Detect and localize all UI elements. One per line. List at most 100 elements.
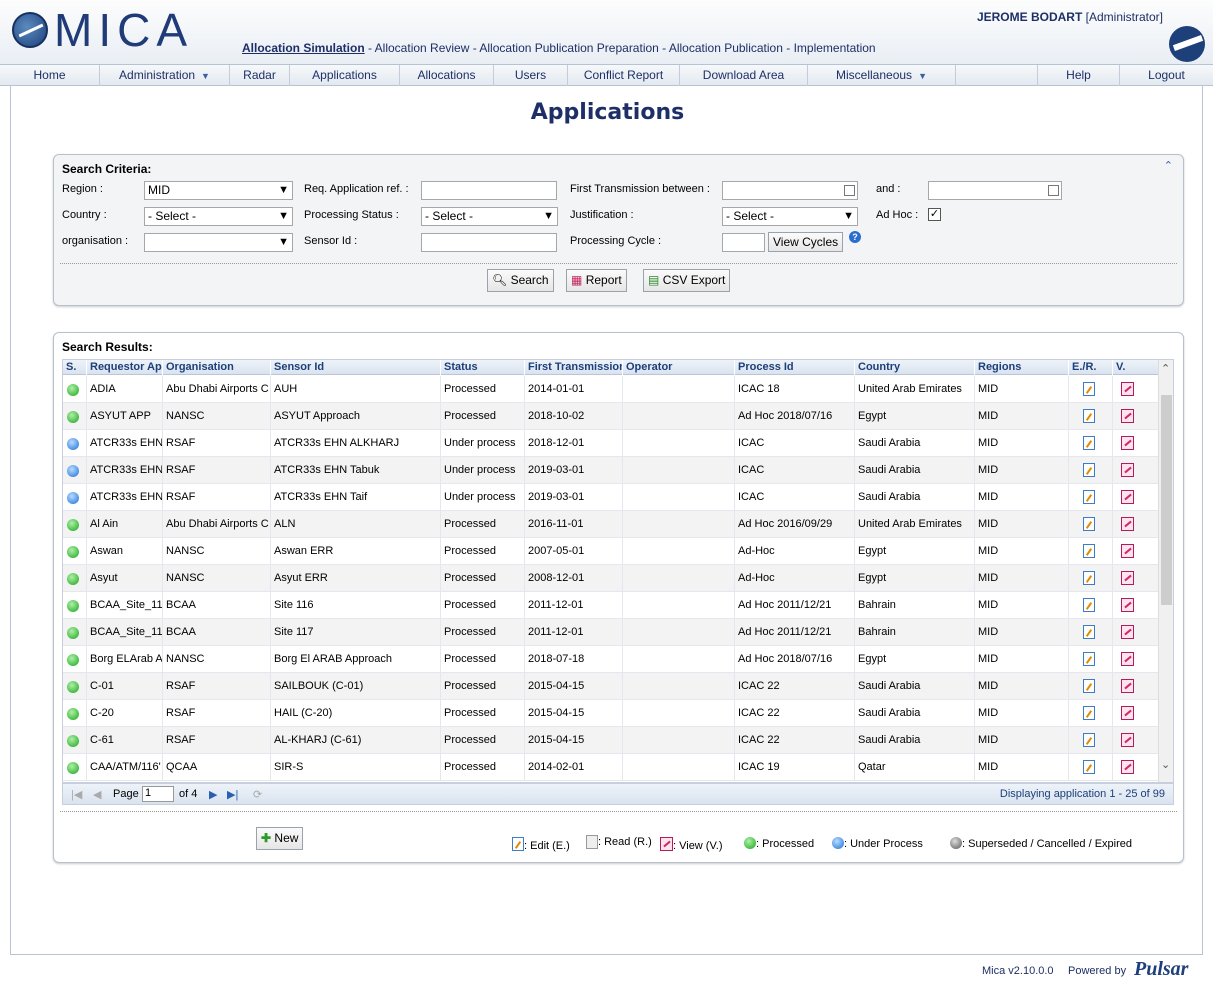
- edit-icon[interactable]: [1083, 382, 1095, 396]
- nav-miscellaneous[interactable]: Miscellaneous ▼: [808, 65, 956, 86]
- edit-icon[interactable]: [1083, 652, 1095, 666]
- table-row[interactable]: Asyut NANSC Asyut ERR Processed 2008-12-01 Ad…: [63, 565, 1159, 592]
- col-header-requestor[interactable]: Requestor Ap: [87, 360, 163, 375]
- nav-applications[interactable]: Applications: [290, 65, 400, 86]
- table-row[interactable]: BCAA_Site_11 BCAA Site 117 Processed 2011-12…: [63, 619, 1159, 646]
- nav-download-area[interactable]: Download Area: [680, 65, 808, 86]
- nav-allocations[interactable]: Allocations: [400, 65, 494, 86]
- scroll-down-icon[interactable]: ⌄: [1161, 758, 1170, 771]
- justification-select[interactable]: - Select - ▼: [722, 207, 858, 226]
- col-header-operator[interactable]: Operator: [623, 360, 735, 375]
- mica-logo[interactable]: MICA: [12, 7, 193, 53]
- edit-icon[interactable]: [1083, 679, 1095, 693]
- edit-icon[interactable]: [1083, 625, 1095, 639]
- edit-icon[interactable]: [1083, 517, 1095, 531]
- col-header-first-transmission[interactable]: First Transmission: [525, 360, 623, 375]
- grid-scrollbar[interactable]: ⌃ ⌄: [1158, 360, 1173, 782]
- view-icon[interactable]: [1121, 382, 1134, 396]
- edit-icon[interactable]: [1083, 436, 1095, 450]
- collapse-icon[interactable]: ⌃: [1164, 159, 1173, 172]
- nav-radar[interactable]: Radar: [230, 65, 290, 86]
- col-header-process-id[interactable]: Process Id: [735, 360, 855, 375]
- col-header-view[interactable]: V.: [1113, 360, 1159, 375]
- req-ref-input[interactable]: [421, 181, 557, 200]
- view-icon[interactable]: [1121, 517, 1134, 531]
- edit-icon[interactable]: [1083, 760, 1095, 774]
- edit-icon[interactable]: [1083, 598, 1095, 612]
- view-icon[interactable]: [1121, 598, 1134, 612]
- nav-users[interactable]: Users: [494, 65, 568, 86]
- nav-administration[interactable]: Administration ▼: [100, 65, 230, 86]
- view-icon[interactable]: [1121, 733, 1134, 747]
- col-header-country[interactable]: Country: [855, 360, 975, 375]
- nav-help[interactable]: Help: [1038, 65, 1120, 86]
- col-header-sensor-id[interactable]: Sensor Id: [271, 360, 441, 375]
- view-cycles-button[interactable]: View Cycles: [768, 232, 844, 252]
- view-icon[interactable]: [1121, 436, 1134, 450]
- table-row[interactable]: ADIA Abu Dhabi Airports C AUH Processed 2014…: [63, 376, 1159, 403]
- table-row[interactable]: ATCR33s EHN RSAF ATCR33s EHN Tabuk Under pr…: [63, 457, 1159, 484]
- col-header-edit-read[interactable]: E./R.: [1069, 360, 1113, 375]
- refresh-icon[interactable]: ⟳: [253, 788, 262, 801]
- next-page-icon[interactable]: ▶: [209, 788, 217, 801]
- step-allocation-simulation[interactable]: Allocation Simulation: [242, 41, 365, 55]
- col-header-organisation[interactable]: Organisation: [163, 360, 271, 375]
- prev-page-icon[interactable]: ◀: [93, 788, 101, 801]
- help-icon[interactable]: ?: [849, 231, 861, 243]
- view-icon[interactable]: [1121, 544, 1134, 558]
- edit-icon[interactable]: [1083, 544, 1095, 558]
- view-icon[interactable]: [1121, 571, 1134, 585]
- table-row[interactable]: BCAA_Site_11 BCAA Site 116 Processed 2011-12…: [63, 592, 1159, 619]
- nav-conflict-report[interactable]: Conflict Report: [568, 65, 680, 86]
- table-row[interactable]: C-01 RSAF SAILBOUK (C-01) Processed 2015-04-…: [63, 673, 1159, 700]
- report-button[interactable]: ▦ Report: [566, 269, 627, 292]
- calendar-icon[interactable]: [1048, 185, 1059, 196]
- view-icon[interactable]: [1121, 652, 1134, 666]
- country-select[interactable]: - Select - ▼: [144, 207, 293, 226]
- last-page-icon[interactable]: ▶|: [227, 788, 238, 801]
- view-icon[interactable]: [1121, 490, 1134, 504]
- nav-home[interactable]: Home: [0, 65, 100, 86]
- first-page-icon[interactable]: |◀: [71, 788, 82, 801]
- table-row[interactable]: CAA/ATM/116' QCAA SIR-S Processed 2014-02-01…: [63, 754, 1159, 781]
- organisation-select[interactable]: ▼: [144, 233, 293, 252]
- table-row[interactable]: ASYUT APP NANSC ASYUT Approach Processed 201…: [63, 403, 1159, 430]
- table-row[interactable]: ATCR33s EHN RSAF ATCR33s EHN ALKHARJ Under …: [63, 430, 1159, 457]
- nav-logout[interactable]: Logout: [1120, 65, 1213, 86]
- col-header-status[interactable]: S.: [63, 360, 87, 375]
- table-row[interactable]: C-61 RSAF AL-KHARJ (C-61) Processed 2015-04-…: [63, 727, 1159, 754]
- csv-export-button[interactable]: ▤ CSV Export: [643, 269, 731, 292]
- edit-icon[interactable]: [1083, 463, 1095, 477]
- edit-icon[interactable]: [1083, 409, 1095, 423]
- edit-icon[interactable]: [1083, 571, 1095, 585]
- view-icon[interactable]: [1121, 463, 1134, 477]
- processing-cycle-input[interactable]: [722, 233, 765, 252]
- edit-icon[interactable]: [1083, 490, 1095, 504]
- sensor-id-input[interactable]: [421, 233, 557, 252]
- table-row[interactable]: C-20 RSAF HAIL (C-20) Processed 2015-04-15 IC…: [63, 700, 1159, 727]
- view-icon[interactable]: [1121, 760, 1134, 774]
- table-row[interactable]: ATCR33s EHN RSAF ATCR33s EHN Taif Under pro…: [63, 484, 1159, 511]
- processing-status-select[interactable]: - Select - ▼: [421, 207, 558, 226]
- view-icon[interactable]: [1121, 679, 1134, 693]
- view-icon[interactable]: [1121, 706, 1134, 720]
- new-button[interactable]: ✚ New: [256, 827, 304, 850]
- table-row[interactable]: Aswan NANSC Aswan ERR Processed 2007-05-01 Ad…: [63, 538, 1159, 565]
- view-icon[interactable]: [1121, 409, 1134, 423]
- scroll-thumb[interactable]: [1161, 395, 1172, 605]
- edit-icon[interactable]: [1083, 733, 1095, 747]
- calendar-icon[interactable]: [844, 185, 855, 196]
- first-tx-from-input[interactable]: [722, 181, 858, 200]
- edit-icon[interactable]: [1083, 706, 1095, 720]
- adhoc-checkbox[interactable]: ✓: [928, 208, 941, 221]
- region-select[interactable]: MID ▼: [144, 181, 293, 200]
- table-row[interactable]: Borg ELArab A NANSC Borg El ARAB Approach P…: [63, 646, 1159, 673]
- search-button[interactable]: 🔍︎ Search: [487, 269, 554, 292]
- col-header-regions[interactable]: Regions: [975, 360, 1069, 375]
- scroll-up-icon[interactable]: ⌃: [1161, 362, 1170, 375]
- view-icon[interactable]: [1121, 625, 1134, 639]
- page-input[interactable]: 1: [142, 786, 174, 802]
- col-header-status-text[interactable]: Status: [441, 360, 525, 375]
- first-tx-to-input[interactable]: [928, 181, 1062, 200]
- table-row[interactable]: Al Ain Abu Dhabi Airports C ALN Processed 20…: [63, 511, 1159, 538]
